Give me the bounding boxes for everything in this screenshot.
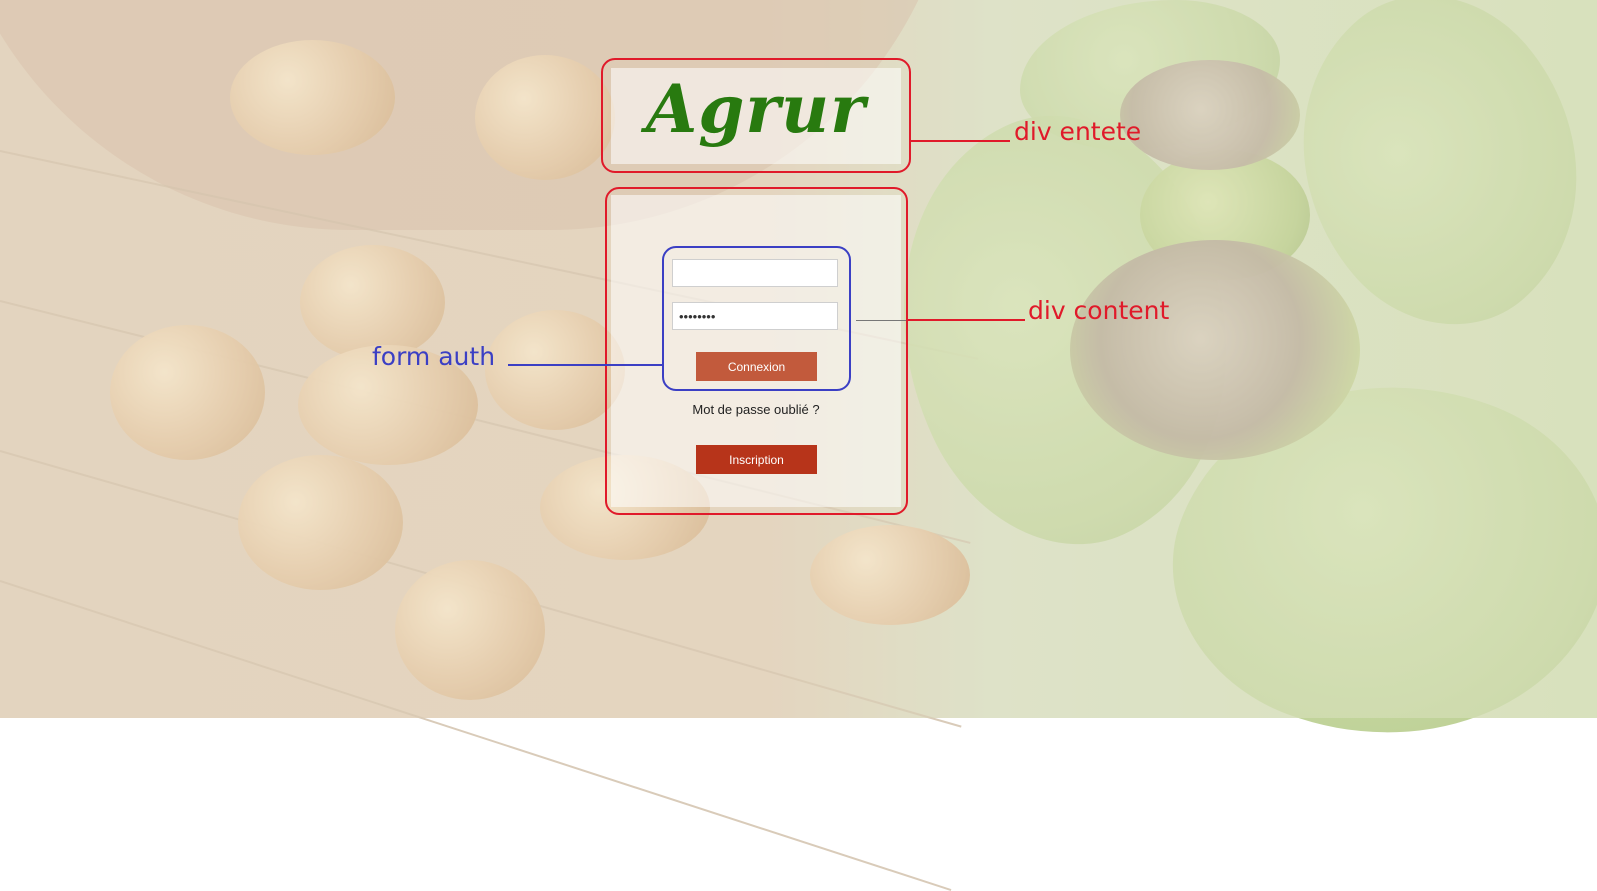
entete-annotation-frame bbox=[601, 58, 911, 173]
entete-annotation-line bbox=[910, 140, 1010, 142]
form-annotation-line bbox=[508, 364, 663, 366]
content-annotation-line bbox=[907, 319, 1025, 321]
form-annotation-label: form auth bbox=[372, 342, 496, 371]
form-annotation-frame bbox=[662, 246, 851, 391]
entete-annotation-label: div entete bbox=[1014, 117, 1142, 146]
content-annotation-pointer bbox=[856, 320, 906, 321]
content-annotation-label: div content bbox=[1028, 296, 1170, 325]
